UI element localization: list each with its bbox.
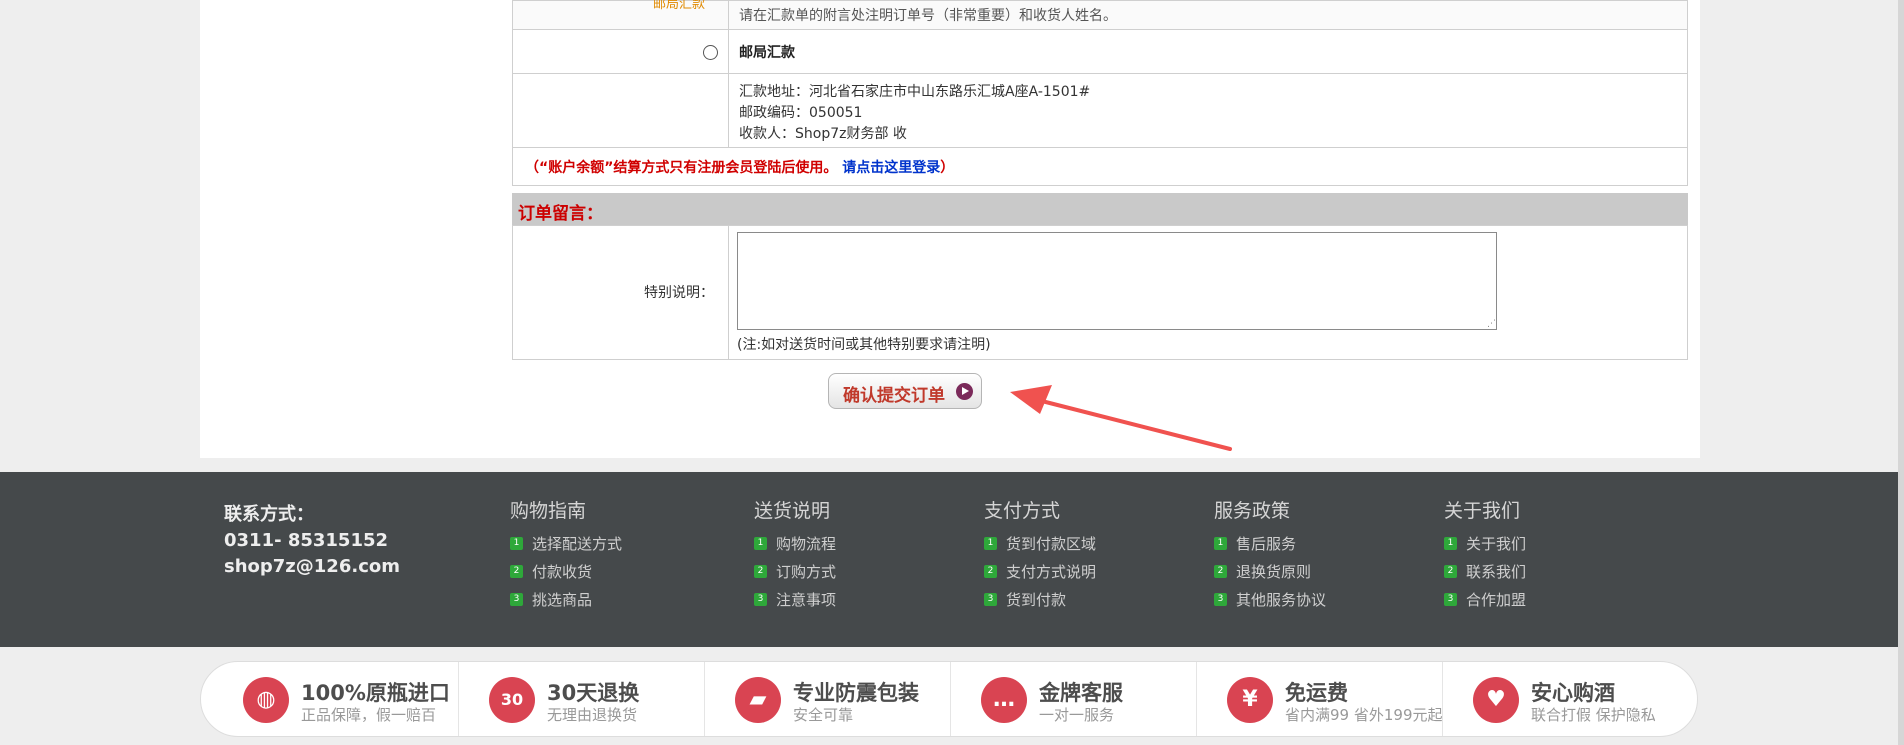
feature-shockproof-packaging: ▰ 专业防震包装 安全可靠 [705, 662, 951, 736]
footer-link[interactable]: 1 售后服务 [1214, 533, 1326, 561]
footer-link[interactable]: 2 付款收货 [510, 561, 622, 589]
feature-title: 30天退换 [547, 681, 640, 705]
footer-col-title: 购物指南 [510, 500, 587, 522]
footer-col-title: 支付方式 [984, 500, 1061, 522]
truck-icon: ▰ [749, 687, 767, 712]
number-2-icon: 2 [754, 565, 767, 578]
footer-link[interactable]: 3 注意事项 [754, 589, 836, 617]
contact-email: shop7z@126.com [224, 556, 400, 577]
vertical-scrollbar[interactable] [1898, 0, 1904, 745]
page: 邮局汇款 请在汇款单的附言处注明订单号（非常重要）和收货人姓名。 邮局汇款 汇款… [0, 0, 1904, 745]
contact-phone: 0311- 85315152 [224, 530, 389, 551]
footer-col-title: 送货说明 [754, 500, 831, 522]
heart-icon: ♥ [1486, 687, 1506, 712]
contact-title: 联系方式： [224, 504, 314, 525]
footer-col-about: 关于我们 1 关于我们 2 联系我们 3 合作加盟 [1444, 496, 1526, 617]
footer-col-title: 关于我们 [1444, 500, 1521, 522]
number-1-icon: 1 [754, 537, 767, 550]
footer-link[interactable]: 1 货到付款区域 [984, 533, 1096, 561]
site-footer: 联系方式： 0311- 85315152 shop7z@126.com 购物指南… [0, 472, 1904, 647]
feature-title: 金牌客服 [1039, 681, 1123, 705]
number-3-icon: 3 [510, 593, 523, 606]
footer-col-payment: 支付方式 1 货到付款区域 2 支付方式说明 3 货到付款 [984, 496, 1096, 617]
feature-subtitle: 正品保障，假一赔百 [301, 706, 437, 724]
feature-title: 专业防震包装 [793, 681, 919, 705]
footer-link[interactable]: 3 合作加盟 [1444, 589, 1526, 617]
footer-link[interactable]: 1 选择配送方式 [510, 533, 622, 561]
footer-col-delivery: 送货说明 1 购物流程 2 订购方式 3 注意事项 [754, 496, 836, 617]
footer-link[interactable]: 1 购物流程 [754, 533, 836, 561]
service-features-bar: ◍ 100%原瓶进口 正品保障，假一赔百 30 30天退换 无理由退换货 ▰ 专… [200, 661, 1698, 737]
number-2-icon: 2 [1214, 565, 1227, 578]
feature-subtitle: 一对一服务 [1039, 706, 1115, 724]
feature-title: 免运费 [1285, 681, 1348, 705]
number-3-icon: 3 [1444, 593, 1457, 606]
footer-link[interactable]: 2 联系我们 [1444, 561, 1526, 589]
feature-subtitle: 联合打假 保护隐私 [1531, 706, 1656, 724]
footer-link[interactable]: 1 关于我们 [1444, 533, 1526, 561]
number-1-icon: 1 [984, 537, 997, 550]
number-2-icon: 2 [1444, 565, 1457, 578]
feature-subtitle: 安全可靠 [793, 706, 854, 724]
number-2-icon: 2 [984, 565, 997, 578]
feature-30-day-return: 30 30天退换 无理由退换货 [459, 662, 705, 736]
footer-link[interactable]: 3 挑选商品 [510, 589, 622, 617]
footer-link[interactable]: 2 退换货原则 [1214, 561, 1326, 589]
feature-title: 100%原瓶进口 [301, 681, 450, 705]
footer-col-service: 服务政策 1 售后服务 2 退换货原则 3 其他服务协议 [1214, 496, 1326, 617]
number-3-icon: 3 [754, 593, 767, 606]
feature-original-import: ◍ 100%原瓶进口 正品保障，假一赔百 [213, 662, 459, 736]
feature-customer-service: … 金牌客服 一对一服务 [951, 662, 1197, 736]
footer-link[interactable]: 2 支付方式说明 [984, 561, 1096, 589]
number-1-icon: 1 [510, 537, 523, 550]
feature-subtitle: 省内满99 省外199元起 [1285, 706, 1443, 724]
feature-title: 安心购酒 [1531, 681, 1615, 705]
number-3-icon: 3 [1214, 593, 1227, 606]
yen-icon: ¥ [1242, 687, 1258, 712]
globe-icon: ◍ [256, 687, 276, 712]
feature-safe-purchase: ♥ 安心购酒 联合打假 保护隐私 [1443, 662, 1689, 736]
footer-link[interactable]: 2 订购方式 [754, 561, 836, 589]
number-3-icon: 3 [984, 593, 997, 606]
footer-col-shopping-guide: 购物指南 1 选择配送方式 2 付款收货 3 挑选商品 [510, 496, 622, 617]
contact-info: 联系方式： 0311- 85315152 shop7z@126.com [224, 502, 400, 580]
footer-col-title: 服务政策 [1214, 500, 1291, 522]
footer-link[interactable]: 3 其他服务协议 [1214, 589, 1326, 617]
number-1-icon: 1 [1214, 537, 1227, 550]
footer-link[interactable]: 3 货到付款 [984, 589, 1096, 617]
calendar-icon: 30 [500, 690, 524, 709]
number-2-icon: 2 [510, 565, 523, 578]
feature-free-shipping: ¥ 免运费 省内满99 省外199元起 [1197, 662, 1443, 736]
feature-subtitle: 无理由退换货 [547, 706, 638, 724]
number-1-icon: 1 [1444, 537, 1457, 550]
chat-icon: … [993, 687, 1015, 712]
